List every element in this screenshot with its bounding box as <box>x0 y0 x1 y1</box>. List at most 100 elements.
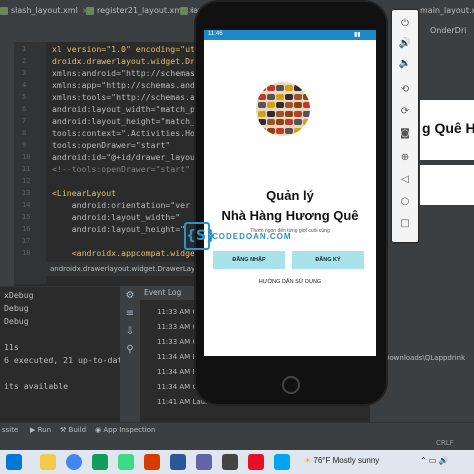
volume-down-icon[interactable]: 🔉 <box>397 56 413 72</box>
logo-dish-shape <box>267 93 275 100</box>
tab-ssite[interactable]: ssite <box>2 426 18 434</box>
overview-icon[interactable]: □ <box>397 216 413 232</box>
logo-dish-shape <box>285 127 293 134</box>
line-number: 5 <box>22 93 27 101</box>
breadcrumb[interactable]: androidx.drawerlayout.widget.DrawerLayou… <box>46 262 204 276</box>
logo-dish-shape <box>285 110 293 117</box>
zoom-icon[interactable]: ⊕ <box>397 150 413 166</box>
tab-slash-layout[interactable]: slash_layout.xml× <box>0 3 89 19</box>
code-line[interactable]: android:layout_width=" <box>52 212 180 222</box>
line-number: 16 <box>22 225 31 233</box>
watermark-logo: {S} <box>184 222 216 250</box>
code-line[interactable]: <LinearLayout <box>52 188 116 198</box>
line-ending[interactable]: CRLF <box>436 439 454 447</box>
code-line[interactable]: xmlns:app="http://schemas.and <box>52 80 195 90</box>
logo-dish-shape <box>294 102 302 108</box>
logo-dish-shape <box>276 119 284 125</box>
media-icon[interactable] <box>248 454 264 470</box>
code-line[interactable]: android:layout_height="match_ <box>52 116 195 126</box>
code-line[interactable]: tools:context=".Activities.Ho <box>52 128 195 138</box>
phone-status-bar: 11:46 ▮▮ <box>204 30 376 40</box>
event-entry[interactable]: 11:33 AM Gr <box>157 338 201 346</box>
phone-home-button[interactable] <box>282 376 300 394</box>
logo-dish-shape <box>303 102 310 108</box>
rotate-left-icon[interactable]: ⟲ <box>397 82 413 98</box>
code-line[interactable]: droidx.drawerlayout.widget.Dra <box>52 56 200 66</box>
code-line[interactable]: <!--tools:openDrawer="start" <box>52 164 190 174</box>
downloads-path: Downloads\QLappdrink <box>384 354 466 362</box>
logo-dish-shape <box>303 85 310 91</box>
battery-icon: ▮▮ <box>354 32 361 38</box>
user-guide-link[interactable]: HƯỚNG DẪN SỬ DỤNG <box>204 279 376 285</box>
logo-dish-shape <box>285 102 293 108</box>
code-line[interactable]: android:id="@+id/drawer_layou <box>52 152 195 162</box>
logo-dish-shape <box>276 127 284 134</box>
terminal-icon[interactable] <box>222 454 238 470</box>
line-number: 13 <box>22 189 31 197</box>
chrome-icon[interactable] <box>66 454 82 470</box>
system-tray[interactable]: ⌃ ▭ 🔊 <box>420 456 449 465</box>
back-icon[interactable]: ◁ <box>397 172 413 188</box>
layout-preview-lower <box>420 165 474 205</box>
code-line[interactable]: tools:openDrawer="start" <box>52 140 170 150</box>
event-entry[interactable]: 11:34 AM Gr <box>157 383 201 391</box>
build-line: Debug <box>4 303 29 313</box>
event-entry[interactable]: 11:33 AM Gr <box>157 308 201 316</box>
code-line[interactable]: android:layout_width="match_p <box>52 104 195 114</box>
code-line[interactable]: xmlns:tools="http://schemas.a <box>52 92 195 102</box>
event-entry[interactable]: 11:34 AM Ex <box>157 353 201 361</box>
logo-dish-shape <box>294 85 302 91</box>
run-icon: ▶ <box>30 426 38 434</box>
line-number: 3 <box>22 69 27 77</box>
tab-run[interactable]: ▶ Run <box>30 426 51 434</box>
code-line[interactable]: xmlns:android="http://schemas <box>52 68 195 78</box>
code-line[interactable]: xl version="1.0" encoding="utf <box>52 44 200 54</box>
xml-file-icon <box>180 6 188 15</box>
line-number: 12 <box>22 177 31 185</box>
code-line[interactable]: android:orientation="ver <box>52 200 190 210</box>
line-number: 4 <box>22 81 27 89</box>
store-icon[interactable] <box>274 454 290 470</box>
logo-dish-shape <box>303 127 310 134</box>
wrap-icon[interactable]: ≡ <box>124 308 136 320</box>
android-studio-icon[interactable] <box>118 454 134 470</box>
camera-icon[interactable]: ◙ <box>397 126 413 142</box>
logo-dish-shape <box>285 85 293 91</box>
settings-icon[interactable]: ⚙ <box>124 290 136 302</box>
rotate-right-icon[interactable]: ⟳ <box>397 104 413 120</box>
file-explorer-icon[interactable] <box>40 454 56 470</box>
office-icon[interactable] <box>144 454 160 470</box>
code-line[interactable]: <androidx.appcompat.widge <box>52 248 195 258</box>
logo-dish-shape <box>303 110 310 117</box>
scroll-end-icon[interactable]: ⇩ <box>124 326 136 338</box>
build-line: its available <box>4 381 69 391</box>
teams-icon[interactable] <box>196 454 212 470</box>
login-button[interactable]: ĐĂNG NHẬP <box>213 251 285 269</box>
app-title-line1: Quản lý <box>266 188 314 203</box>
build-panel-toolbar: ⚙ ≡ ⇩ ⚲ <box>120 286 140 422</box>
line-number: 17 <box>22 237 31 245</box>
tab-main-layout[interactable]: main_layout.xml <box>420 3 474 19</box>
code-line[interactable]: android:layout_height=" <box>52 224 185 234</box>
tab-app-inspection[interactable]: ◉ App Inspection <box>95 426 155 434</box>
logo-dish-shape <box>276 110 284 117</box>
build-icon: ⚒ <box>60 426 69 434</box>
watermark-text: CODEDOAN.COM <box>212 232 292 241</box>
weather-widget[interactable]: ☀ 76°F Mostly sunny <box>304 456 379 465</box>
event-entry[interactable]: 11:33 AM Gr <box>157 323 201 331</box>
tab-build[interactable]: ⚒ Build <box>60 426 86 434</box>
word-icon[interactable] <box>170 454 186 470</box>
preview-title: g Quê H <box>422 120 474 136</box>
pin-icon[interactable]: ⚲ <box>124 344 136 356</box>
event-entry[interactable]: 11:34 AM Ex <box>157 368 201 376</box>
event-log-header[interactable]: Event Log <box>140 286 204 300</box>
line-number: 18 <box>22 249 31 257</box>
tab-register21-layout[interactable]: register21_layout.xml × <box>86 3 195 19</box>
volume-up-icon[interactable]: 🔊 <box>397 36 413 52</box>
power-icon[interactable]: ⏻ <box>397 16 413 32</box>
start-icon[interactable] <box>6 454 22 470</box>
app-icon[interactable] <box>92 454 108 470</box>
home-icon[interactable]: ○ <box>397 194 413 210</box>
build-line: 11s <box>4 342 19 352</box>
register-button[interactable]: ĐĂNG KÝ <box>292 251 364 269</box>
